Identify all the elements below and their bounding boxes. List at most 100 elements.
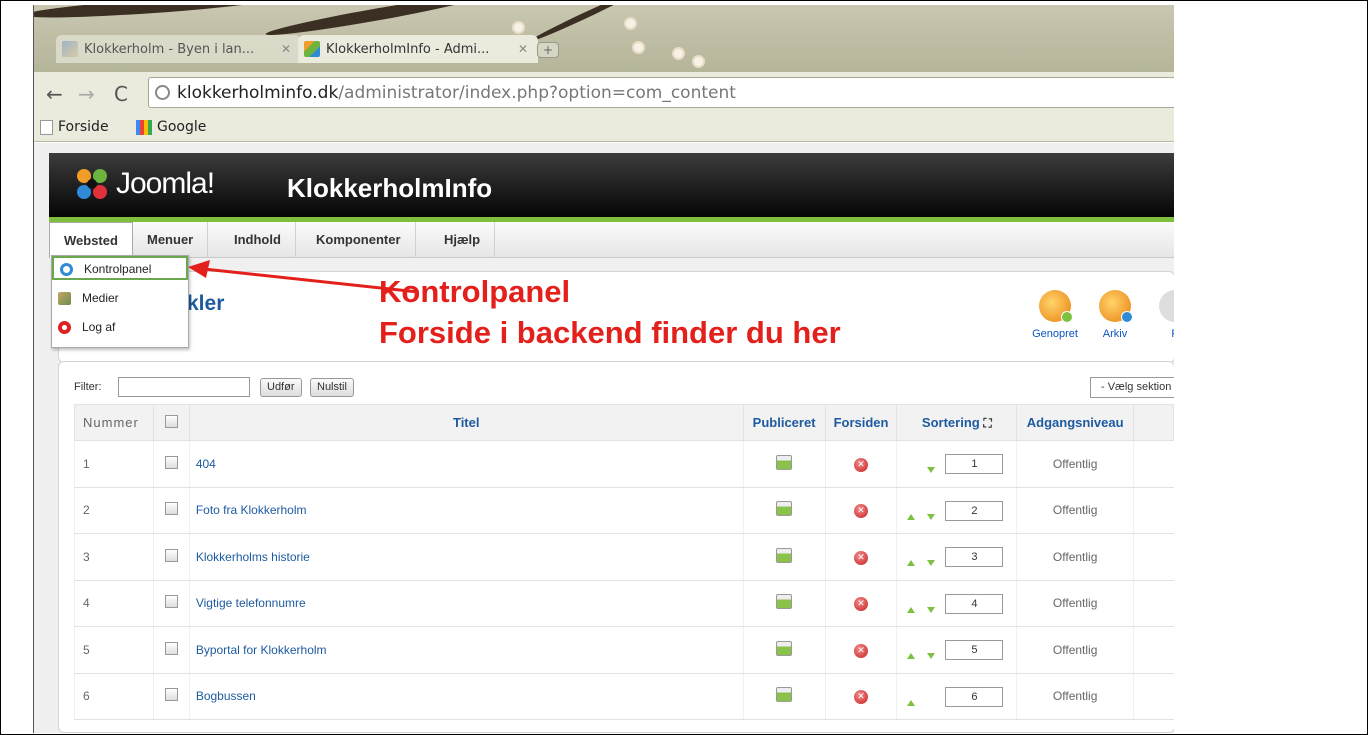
- blossom-decoration: [694, 57, 703, 66]
- published-icon[interactable]: [776, 640, 793, 656]
- order-input[interactable]: 5: [945, 640, 1004, 660]
- published-icon[interactable]: [776, 454, 793, 470]
- move-down-icon[interactable]: [927, 509, 936, 523]
- frontpage-no-icon[interactable]: ✕: [854, 597, 869, 612]
- apply-filter-button[interactable]: Udfør: [260, 378, 302, 397]
- reload-icon[interactable]: C: [114, 82, 128, 106]
- close-icon[interactable]: ✕: [518, 42, 528, 56]
- column-frontpage[interactable]: Forsiden: [824, 404, 898, 441]
- save-order-icon[interactable]: ⛶: [983, 416, 991, 430]
- google-icon: [136, 119, 152, 135]
- filter-row: Filter: Udfør Nulstil - Vælg sektion: [74, 377, 1174, 399]
- row-title[interactable]: Bogbussen: [188, 673, 744, 720]
- order-input[interactable]: 1: [945, 454, 1004, 474]
- globe-icon: [155, 85, 170, 100]
- row-number: 1: [74, 440, 154, 488]
- row-title[interactable]: 404: [188, 440, 744, 488]
- published-icon[interactable]: [776, 594, 793, 610]
- access-level[interactable]: Offentlig: [1016, 533, 1134, 581]
- row-checkbox[interactable]: [164, 548, 178, 562]
- restore-icon: [1039, 290, 1073, 323]
- tab-klokkerholm[interactable]: Klokkerholm - Byen i lan... ✕: [56, 35, 301, 63]
- row-checkbox[interactable]: [164, 641, 178, 655]
- row-checkbox[interactable]: [164, 502, 178, 516]
- move-up-icon[interactable]: [907, 648, 916, 662]
- move-down-icon[interactable]: [927, 555, 936, 569]
- restore-label: Genopret: [1032, 328, 1078, 340]
- order-input[interactable]: 2: [945, 500, 1004, 521]
- dropdown-item-kontrolpanel[interactable]: Kontrolpanel: [52, 256, 188, 280]
- order-input[interactable]: 4: [945, 593, 1004, 614]
- move-down-icon[interactable]: [927, 648, 936, 662]
- move-down-icon[interactable]: [927, 602, 936, 616]
- frontpage-no-icon[interactable]: ✕: [854, 504, 869, 519]
- dropdown-item-medier[interactable]: Medier: [52, 287, 188, 311]
- browser-window: Klokkerholm - Byen i lan... ✕ Klokkerhol…: [33, 5, 1174, 733]
- access-level[interactable]: Offentlig: [1016, 626, 1134, 674]
- row-checkbox-cell: [152, 626, 190, 674]
- site-favicon-icon: [62, 41, 78, 57]
- menu-komponenter[interactable]: Komponenter: [302, 222, 416, 258]
- row-checkbox[interactable]: [164, 455, 178, 469]
- move-down-icon[interactable]: [927, 462, 936, 476]
- menu-menuer[interactable]: Menuer: [133, 222, 209, 258]
- move-up-icon[interactable]: [907, 602, 916, 616]
- column-ordering[interactable]: Sortering ⛶: [896, 404, 1018, 441]
- published-icon[interactable]: [776, 687, 793, 703]
- published-cell: [742, 487, 826, 534]
- published-icon[interactable]: [776, 547, 793, 563]
- move-up-icon[interactable]: [907, 509, 916, 523]
- frontpage-no-icon[interactable]: ✕: [854, 550, 869, 565]
- access-level[interactable]: Offentlig: [1016, 580, 1134, 627]
- restore-button[interactable]: Genopret: [1025, 290, 1085, 340]
- frontpage-no-icon[interactable]: ✕: [854, 643, 869, 658]
- published-icon[interactable]: [776, 501, 793, 517]
- row-checkbox[interactable]: [164, 595, 178, 609]
- url-host: klokkerholminfo.dk: [177, 83, 339, 103]
- column-title[interactable]: Titel: [188, 404, 744, 441]
- bookmark-forside[interactable]: Forside: [40, 119, 109, 135]
- move-up-icon[interactable]: [907, 555, 916, 569]
- table-row: 6 Bogbussen ✕ 6 Offentlig: [74, 673, 1174, 720]
- close-icon[interactable]: ✕: [281, 42, 291, 56]
- order-input[interactable]: 3: [945, 547, 1004, 567]
- forward-arrow-icon[interactable]: →: [78, 82, 95, 106]
- row-title[interactable]: Foto fra Klokkerholm: [188, 487, 744, 534]
- section-select[interactable]: - Vælg sektion: [1090, 377, 1174, 398]
- column-number[interactable]: Nummer: [74, 404, 154, 441]
- logout-icon: [58, 321, 71, 334]
- new-tab-button[interactable]: +: [537, 42, 559, 58]
- row-number: 4: [74, 580, 154, 627]
- column-access[interactable]: Adgangsniveau: [1016, 404, 1135, 441]
- access-level[interactable]: Offentlig: [1016, 487, 1134, 534]
- url-path: /administrator/index.php?option=com_cont…: [338, 83, 736, 103]
- move-up-icon[interactable]: [907, 695, 916, 709]
- menu-websted[interactable]: Websted: [49, 222, 133, 258]
- row-checkbox[interactable]: [164, 688, 178, 702]
- address-bar[interactable]: klokkerholminfo.dk/administrator/index.p…: [148, 77, 1174, 108]
- tab-klokkerholminfo-admin[interactable]: KlokkerholmInfo - Admi... ✕: [298, 35, 538, 63]
- bookmark-google[interactable]: Google: [136, 119, 206, 135]
- select-all-checkbox[interactable]: [164, 414, 178, 428]
- access-level[interactable]: Offentlig: [1016, 673, 1134, 720]
- archive-button[interactable]: Arkiv: [1085, 290, 1145, 340]
- access-level[interactable]: Offentlig: [1016, 440, 1134, 488]
- menu-hjaelp[interactable]: Hjælp: [430, 222, 496, 258]
- bookmark-label: Google: [157, 119, 207, 135]
- frontpage-no-icon[interactable]: ✕: [854, 690, 869, 705]
- row-title[interactable]: Byportal for Klokkerholm: [188, 626, 744, 674]
- blossom-decoration: [674, 49, 683, 58]
- frontpage-no-icon[interactable]: ✕: [854, 457, 869, 472]
- publish-button[interactable]: P: [1145, 290, 1174, 340]
- annotation-title: Kontrolpanel: [379, 274, 571, 309]
- column-published[interactable]: Publiceret: [742, 404, 826, 441]
- row-title[interactable]: Klokkerholms historie: [188, 533, 744, 581]
- back-arrow-icon[interactable]: ←: [46, 82, 63, 106]
- dropdown-item-log-af[interactable]: Log af: [52, 316, 188, 340]
- menu-indhold[interactable]: Indhold: [220, 222, 296, 258]
- reset-filter-button[interactable]: Nulstil: [310, 378, 354, 397]
- row-title[interactable]: Vigtige telefonnumre: [188, 580, 744, 627]
- tab-title: KlokkerholmInfo - Admi...: [326, 41, 490, 57]
- filter-input[interactable]: [118, 377, 250, 397]
- order-input[interactable]: 6: [945, 686, 1004, 707]
